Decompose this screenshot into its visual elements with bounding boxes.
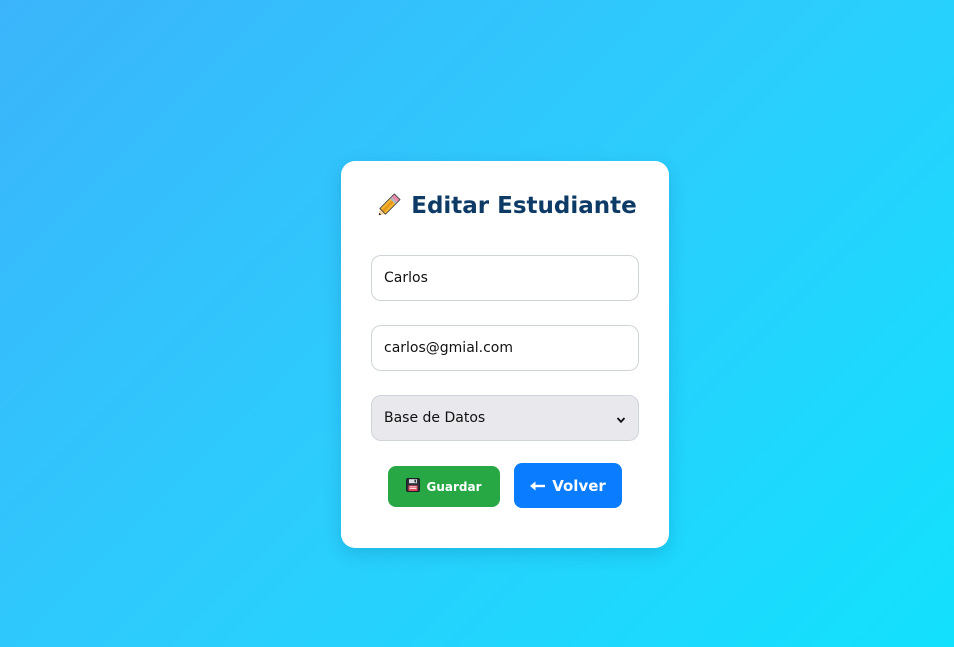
save-button-label: Guardar — [426, 479, 482, 494]
email-field-value: carlos@gmial.com — [384, 340, 514, 356]
pencil-icon — [373, 191, 403, 221]
course-select[interactable]: Base de Datos — [371, 395, 639, 441]
name-field-value: Carlos — [384, 270, 428, 286]
edit-student-card: Editar Estudiante Carlos carlos@gmial.co… — [341, 161, 669, 548]
course-select-value: Base de Datos — [384, 410, 486, 426]
page-title: Editar Estudiante — [341, 191, 669, 221]
arrow-left-icon — [530, 477, 546, 495]
floppy-disk-icon — [406, 478, 421, 495]
save-button[interactable]: Guardar — [388, 466, 500, 507]
back-button-label: Volver — [552, 476, 606, 495]
page-title-text: Editar Estudiante — [411, 193, 637, 219]
back-button[interactable]: Volver — [514, 463, 622, 508]
name-field[interactable]: Carlos — [371, 255, 639, 301]
chevron-down-icon — [616, 413, 626, 424]
email-field[interactable]: carlos@gmial.com — [371, 325, 639, 371]
